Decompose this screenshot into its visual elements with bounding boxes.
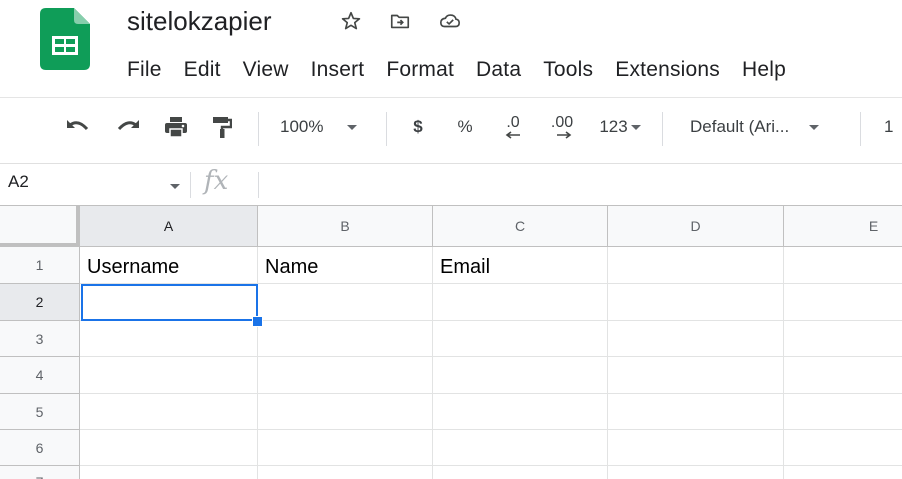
cell-d6[interactable] <box>608 430 784 466</box>
formula-input[interactable] <box>268 172 888 198</box>
cell-e7[interactable] <box>784 466 902 479</box>
menu-extensions[interactable]: Extensions <box>604 53 731 87</box>
menu-view[interactable]: View <box>232 53 300 87</box>
cell-b3[interactable] <box>258 321 433 357</box>
currency-format-button[interactable]: $ <box>405 112 431 142</box>
column-header-a[interactable]: A <box>80 205 258 247</box>
cell-b1[interactable]: Name <box>258 247 433 284</box>
arrow-left-icon <box>505 131 520 139</box>
cell-e3[interactable] <box>784 321 902 357</box>
menu-format[interactable]: Format <box>375 53 465 87</box>
cell-a6[interactable] <box>80 430 258 466</box>
function-icon: fx <box>204 166 229 196</box>
cell-c4[interactable] <box>433 357 608 394</box>
toolbar-divider <box>386 112 387 146</box>
cell-a4[interactable] <box>80 357 258 394</box>
increase-decimal-button[interactable]: .00 <box>542 112 582 142</box>
menu-help[interactable]: Help <box>731 53 797 87</box>
cell-d3[interactable] <box>608 321 784 357</box>
menu-file[interactable]: File <box>116 53 173 87</box>
cell-e1[interactable] <box>784 247 902 284</box>
redo-icon[interactable] <box>112 112 144 142</box>
chevron-down-icon[interactable] <box>170 184 180 189</box>
cell-d2[interactable] <box>608 284 784 321</box>
cell-b2[interactable] <box>258 284 433 321</box>
chevron-down-icon <box>347 124 358 130</box>
row-header-2[interactable]: 2 <box>0 284 80 321</box>
cell-c2[interactable] <box>433 284 608 321</box>
cell-c5[interactable] <box>433 394 608 430</box>
font-family-select[interactable]: Default (Ari... <box>690 112 848 142</box>
cloud-saved-icon[interactable] <box>437 8 463 34</box>
document-title[interactable]: sitelokzapier <box>127 3 272 39</box>
column-header-c[interactable]: C <box>433 205 608 247</box>
formula-bar: A2 fx <box>0 163 902 206</box>
print-icon[interactable] <box>160 112 192 142</box>
chevron-down-icon <box>630 124 641 130</box>
arrow-right-icon <box>557 131 572 139</box>
percent-format-button[interactable]: % <box>452 112 478 142</box>
zoom-select[interactable]: 100% <box>280 112 374 142</box>
cell-e5[interactable] <box>784 394 902 430</box>
row-header-3[interactable]: 3 <box>0 321 80 357</box>
row-header-1[interactable]: 1 <box>0 247 80 284</box>
spreadsheet-grid: A B C D E 1 2 3 4 5 6 7 Username Name Em… <box>0 205 902 479</box>
row-header-7[interactable]: 7 <box>0 466 80 479</box>
paint-format-icon[interactable] <box>208 112 236 142</box>
row-header-5[interactable]: 5 <box>0 394 80 430</box>
star-icon[interactable] <box>338 8 364 34</box>
cell-b5[interactable] <box>258 394 433 430</box>
cell-d7[interactable] <box>608 466 784 479</box>
cell-a2[interactable] <box>80 284 258 321</box>
menu-data[interactable]: Data <box>465 53 532 87</box>
formula-bar-divider <box>190 172 191 198</box>
sheets-logo-icon[interactable] <box>40 8 90 70</box>
move-to-folder-icon[interactable] <box>387 8 413 34</box>
cell-e6[interactable] <box>784 430 902 466</box>
cell-d4[interactable] <box>608 357 784 394</box>
cell-a7[interactable] <box>80 466 258 479</box>
formula-bar-divider <box>258 172 259 198</box>
toolbar: 100% $ % .0 .00 123 Default (Ari... 1 <box>0 98 902 162</box>
cell-d5[interactable] <box>608 394 784 430</box>
cell-c6[interactable] <box>433 430 608 466</box>
cell-a3[interactable] <box>80 321 258 357</box>
row-header-4[interactable]: 4 <box>0 357 80 394</box>
column-header-e[interactable]: E <box>784 205 902 247</box>
menu-edit[interactable]: Edit <box>173 53 232 87</box>
column-header-d[interactable]: D <box>608 205 784 247</box>
fill-handle[interactable] <box>252 316 263 327</box>
cell-c7[interactable] <box>433 466 608 479</box>
cell-b4[interactable] <box>258 357 433 394</box>
menu-insert[interactable]: Insert <box>300 53 376 87</box>
menu-bar: File Edit View Insert Format Data Tools … <box>116 52 797 88</box>
more-formats-select[interactable]: 123 <box>592 112 648 142</box>
select-all-corner[interactable] <box>0 205 80 247</box>
cell-c1[interactable]: Email <box>433 247 608 284</box>
cell-b7[interactable] <box>258 466 433 479</box>
cell-b6[interactable] <box>258 430 433 466</box>
toolbar-divider <box>662 112 663 146</box>
cell-d1[interactable] <box>608 247 784 284</box>
font-size-input[interactable]: 1 <box>884 112 902 142</box>
decrease-decimal-button[interactable]: .0 <box>496 112 530 142</box>
zoom-value: 100% <box>280 117 324 136</box>
name-box[interactable]: A2 <box>8 172 29 192</box>
chevron-down-icon <box>809 124 820 130</box>
undo-icon[interactable] <box>62 112 94 142</box>
toolbar-divider <box>860 112 861 146</box>
cell-a1[interactable]: Username <box>80 247 258 284</box>
toolbar-divider <box>258 112 259 146</box>
cell-c3[interactable] <box>433 321 608 357</box>
cell-e4[interactable] <box>784 357 902 394</box>
menu-tools[interactable]: Tools <box>532 53 604 87</box>
cell-a5[interactable] <box>80 394 258 430</box>
column-header-b[interactable]: B <box>258 205 433 247</box>
cell-e2[interactable] <box>784 284 902 321</box>
row-header-6[interactable]: 6 <box>0 430 80 466</box>
